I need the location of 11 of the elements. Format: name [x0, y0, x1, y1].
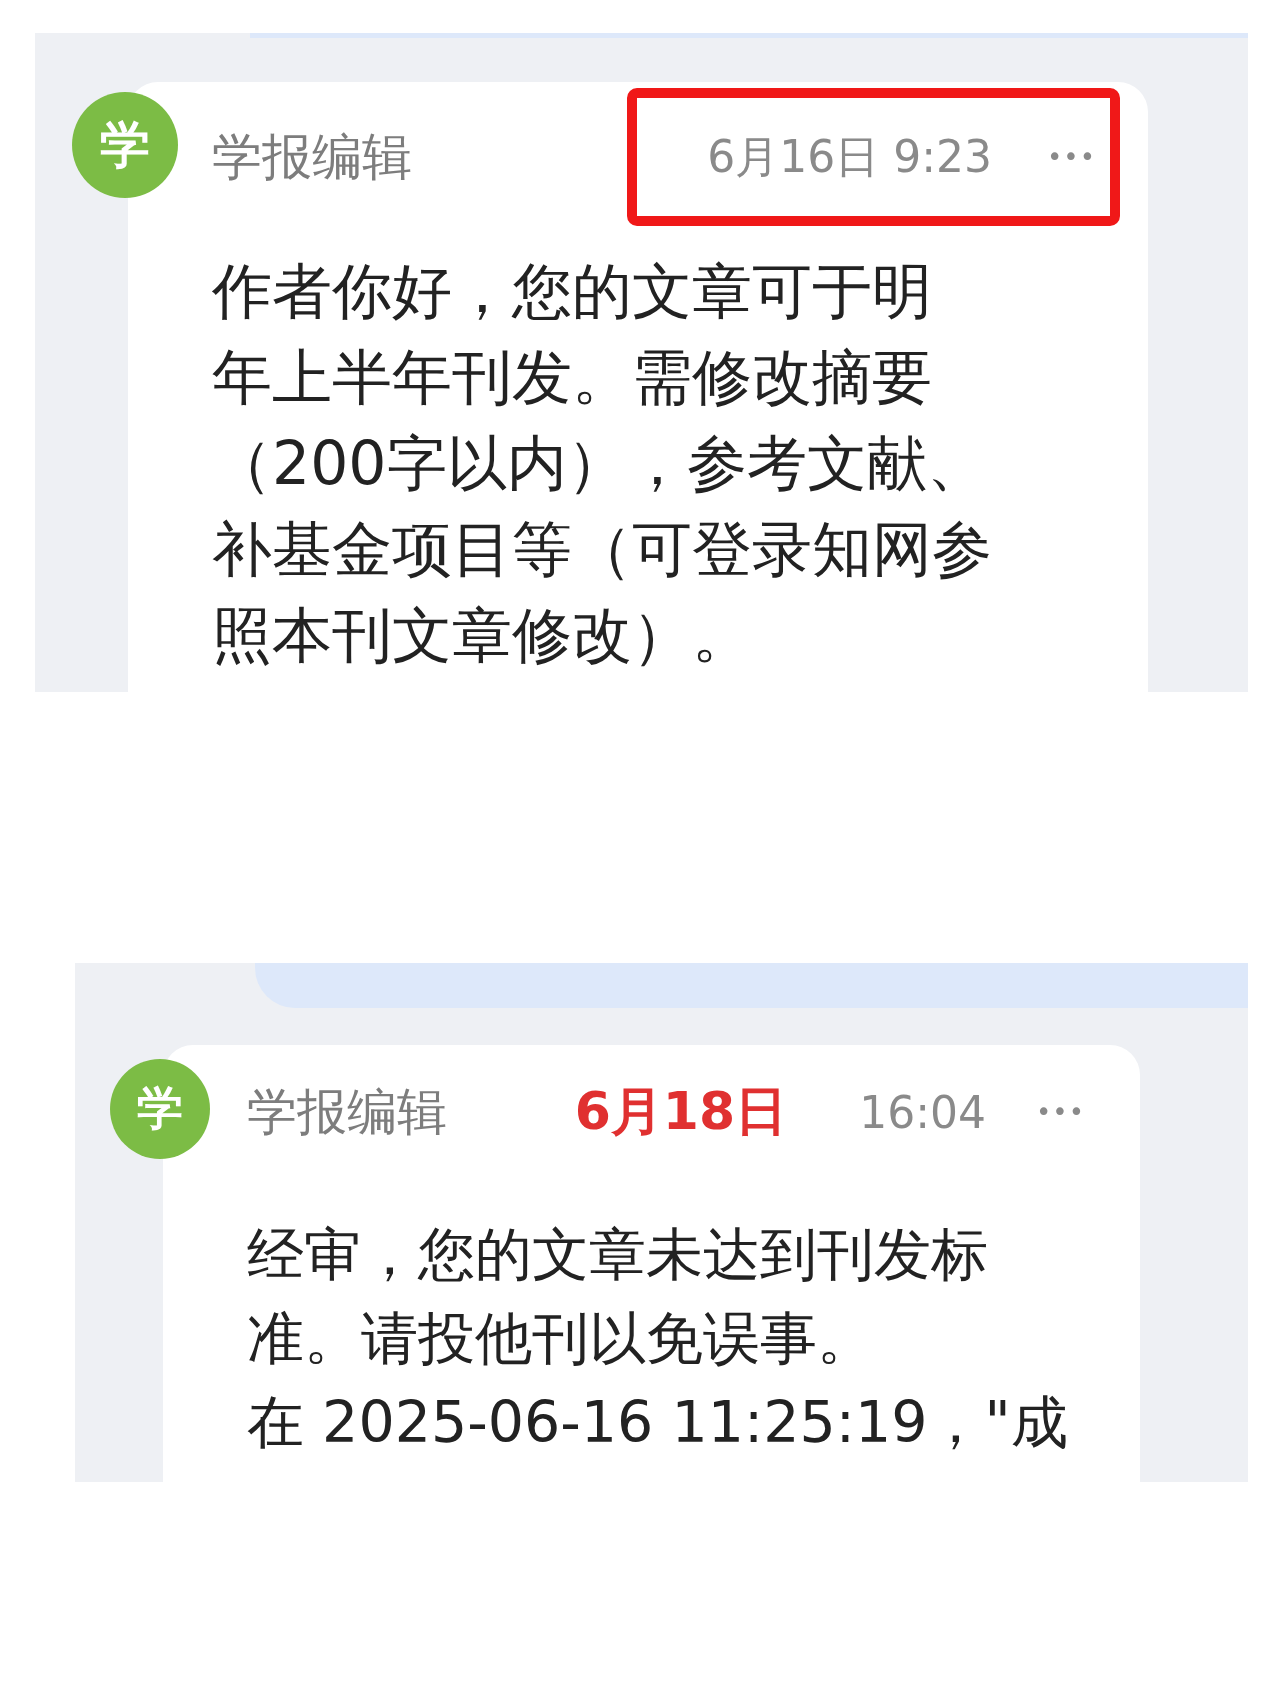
sender-name: 学报编辑 — [247, 1081, 447, 1143]
sender-name: 学报编辑 — [212, 126, 412, 188]
timestamp: 16:04 — [859, 1086, 986, 1138]
message-text: 经审，您的文章未达到刊发标 准。请投他刊以免误事。 在 2025-06-16 11:25:19，"成 — [247, 1220, 1069, 1457]
more-button[interactable]: ••• — [1036, 1097, 1085, 1127]
date-label: 6月18日 — [574, 1080, 788, 1143]
avatar: 学 — [72, 92, 178, 198]
more-button[interactable]: ••• — [1047, 142, 1096, 172]
timestamp: 6月16日 9:23 — [707, 129, 992, 184]
message-text: 作者你好，您的文章可于明 年上半年刊发。需修改摘要 （200字以内），参考文献、 补基金项目等（可登录知网参 照本刊文章修改）。 — [212, 255, 993, 672]
avatar: 学 — [110, 1059, 210, 1159]
